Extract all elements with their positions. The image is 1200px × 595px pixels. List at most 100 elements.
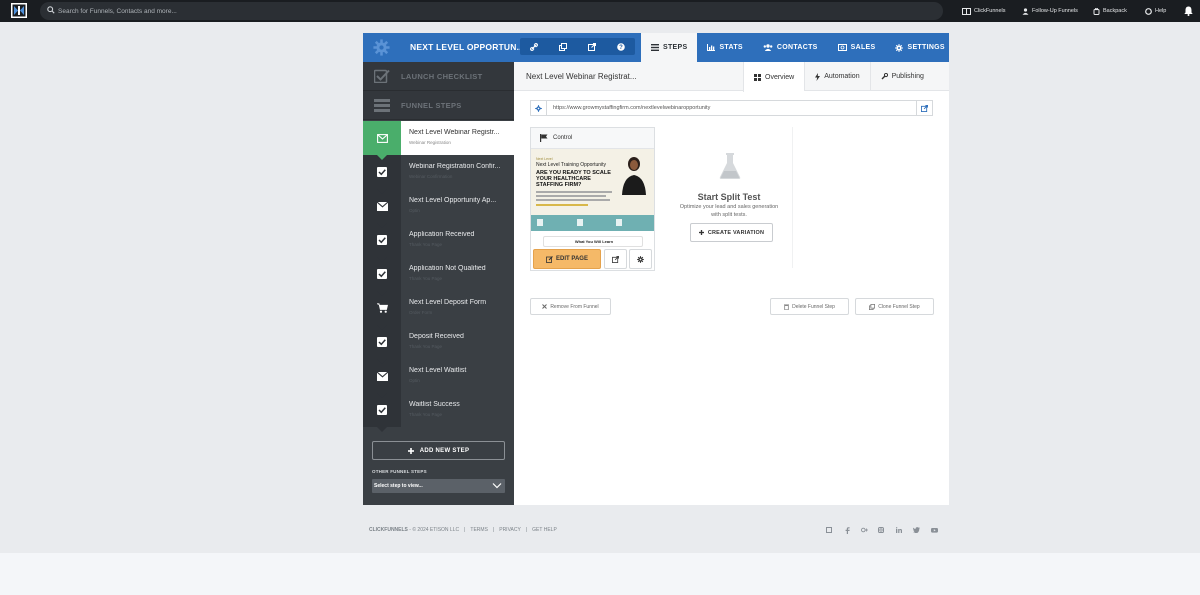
- footer-help-link[interactable]: GET HELP: [532, 527, 557, 533]
- funnel-steps-sidebar: LAUNCH CHECKLIST FUNNEL STEPS Next Level…: [363, 62, 514, 505]
- split-test-title: Start Split Test: [697, 192, 761, 202]
- youtube-icon[interactable]: [930, 526, 938, 534]
- footer-privacy-link[interactable]: PRIVACY: [499, 527, 521, 533]
- subtab-publishing[interactable]: Publishing: [869, 62, 934, 91]
- google-plus-icon[interactable]: [860, 526, 868, 534]
- blog-icon[interactable]: [825, 526, 833, 534]
- bell-icon[interactable]: [1184, 6, 1193, 16]
- sidebar-step[interactable]: Deposit Received Thank You Page: [363, 325, 514, 364]
- sidebar-step[interactable]: Next Level Deposit Form Order Form: [363, 291, 514, 330]
- footer-copyright: - © 2024 ETISON LLC: [409, 527, 460, 533]
- wrench-icon: [881, 73, 888, 80]
- other-steps-select[interactable]: Select step to view...: [372, 479, 505, 493]
- delete-funnel-step-button[interactable]: Delete Funnel Step: [770, 298, 849, 315]
- footer-terms-link[interactable]: TERMS: [470, 527, 488, 533]
- link-button[interactable]: [520, 38, 549, 55]
- url-open-button[interactable]: [916, 101, 932, 115]
- nav-help[interactable]: Help: [1145, 0, 1166, 22]
- flask-icon: [719, 153, 741, 179]
- flag-icon: [540, 134, 548, 142]
- copy-icon: [869, 303, 876, 310]
- sidebar-step[interactable]: Next Level Waitlist Optin: [363, 359, 514, 398]
- variant-settings-button[interactable]: [629, 249, 652, 269]
- step-detail-panel: Next Level Webinar Registrat... Overview…: [514, 62, 949, 505]
- tab-stats[interactable]: STATS: [697, 33, 752, 62]
- sidebar-step[interactable]: Next Level Webinar Registr... Webinar Re…: [363, 121, 514, 160]
- nav-backpack[interactable]: Backpack: [1093, 0, 1127, 22]
- copy-icon: [559, 42, 568, 51]
- envelope-icon: [376, 371, 388, 381]
- create-variation-button[interactable]: CREATE VARIATION: [690, 223, 773, 242]
- page-url[interactable]: https://www.growmystaffingfirm.com/nextl…: [553, 105, 710, 111]
- clickfunnels-logo[interactable]: [11, 3, 27, 18]
- facebook-icon[interactable]: [843, 526, 851, 534]
- open-external-button[interactable]: [578, 38, 607, 55]
- twitter-icon[interactable]: [912, 526, 920, 534]
- gear-icon[interactable]: [373, 39, 390, 56]
- funnel-tools: ?: [520, 38, 635, 55]
- split-test-panel: Start Split Test Optimize your lead and …: [665, 127, 793, 268]
- checkbox-icon: [377, 167, 387, 177]
- control-variant-card: Control Next Level Next Level Training O…: [530, 127, 655, 271]
- lifering-icon: [1145, 7, 1152, 15]
- funnel-name: NEXT LEVEL OPPORTUN...: [410, 42, 525, 52]
- footer-links: CLICKFUNNELS - © 2024 ETISON LLC | TERMS…: [369, 527, 557, 533]
- checkbox-icon: [374, 69, 390, 83]
- sidebar-step[interactable]: Application Not Qualified Thank You Page: [363, 257, 514, 296]
- sidebar-step[interactable]: Waitlist Success Thank You Page: [363, 393, 514, 432]
- cart-icon: [376, 303, 388, 313]
- footer-brand: CLICKFUNNELS: [369, 527, 408, 533]
- funnel-grid-icon: [962, 7, 971, 15]
- funnel-steps-heading: FUNNEL STEPS: [363, 91, 514, 120]
- close-icon: [542, 304, 548, 309]
- split-test-description: Optimize your lead and sales generation …: [679, 204, 779, 218]
- checkbox-icon: [377, 235, 387, 245]
- step-subtabs: Overview Automation Publishing: [743, 62, 934, 92]
- page-thumbnail[interactable]: Next Level Next Level Training Opportuni…: [531, 149, 654, 247]
- sidebar-step[interactable]: Webinar Registration Confir... Webinar C…: [363, 155, 514, 194]
- list-icon: [374, 98, 390, 112]
- envelope-icon: [376, 133, 388, 143]
- users-icon: [763, 44, 773, 51]
- subtab-overview[interactable]: Overview: [743, 62, 805, 92]
- launch-checklist[interactable]: LAUNCH CHECKLIST: [363, 62, 514, 91]
- clone-funnel-step-button[interactable]: Clone Funnel Step: [855, 298, 934, 315]
- tab-contacts[interactable]: CONTACTS: [753, 33, 828, 62]
- external-link-icon: [921, 104, 928, 112]
- funnel-tabs: STEPS STATS CONTACTS SALES SETTINGS: [641, 33, 955, 62]
- users-icon: [1022, 7, 1029, 15]
- step-title: Next Level Webinar Registrat...: [526, 72, 637, 81]
- variant-actions: EDIT PAGE: [533, 248, 653, 270]
- chevron-down-icon: [492, 483, 502, 489]
- step-subheader: Next Level Webinar Registrat... Overview…: [514, 62, 949, 92]
- other-funnel-steps-label: OTHER FUNNEL STEPS: [372, 469, 427, 474]
- add-new-step-button[interactable]: ADD NEW STEP: [372, 441, 505, 460]
- url-settings-button[interactable]: [531, 101, 547, 115]
- preview-page-button[interactable]: [604, 249, 627, 269]
- variant-header: Control: [531, 128, 654, 149]
- linkedin-icon[interactable]: [895, 526, 903, 534]
- edit-page-button[interactable]: EDIT PAGE: [533, 249, 601, 269]
- sidebar-step[interactable]: Next Level Opportunity Ap... Optin: [363, 189, 514, 228]
- nav-followup-funnels[interactable]: Follow-Up Funnels: [1022, 0, 1078, 22]
- envelope-icon: [376, 201, 388, 211]
- svg-text:?: ?: [619, 45, 623, 51]
- external-link-icon: [612, 255, 619, 263]
- tab-sales[interactable]: SALES: [828, 33, 886, 62]
- tab-settings[interactable]: SETTINGS: [885, 33, 954, 62]
- tab-steps[interactable]: STEPS: [641, 33, 698, 62]
- global-search[interactable]: [40, 2, 943, 20]
- plus-icon: [407, 447, 414, 454]
- instagram-icon[interactable]: [877, 526, 885, 534]
- copy-button[interactable]: [549, 38, 578, 55]
- plus-icon: [698, 230, 704, 235]
- question-circle-icon: ?: [616, 42, 625, 51]
- help-button[interactable]: ?: [606, 38, 635, 55]
- remove-from-funnel-button[interactable]: Remove From Funnel: [530, 298, 611, 315]
- sidebar-step[interactable]: Application Received Thank You Page: [363, 223, 514, 262]
- subtab-automation[interactable]: Automation: [804, 62, 869, 91]
- nav-clickfunnels[interactable]: ClickFunnels: [962, 0, 1005, 22]
- search-input[interactable]: [58, 4, 918, 18]
- link-icon: [530, 42, 539, 51]
- backpack-icon: [1093, 7, 1100, 15]
